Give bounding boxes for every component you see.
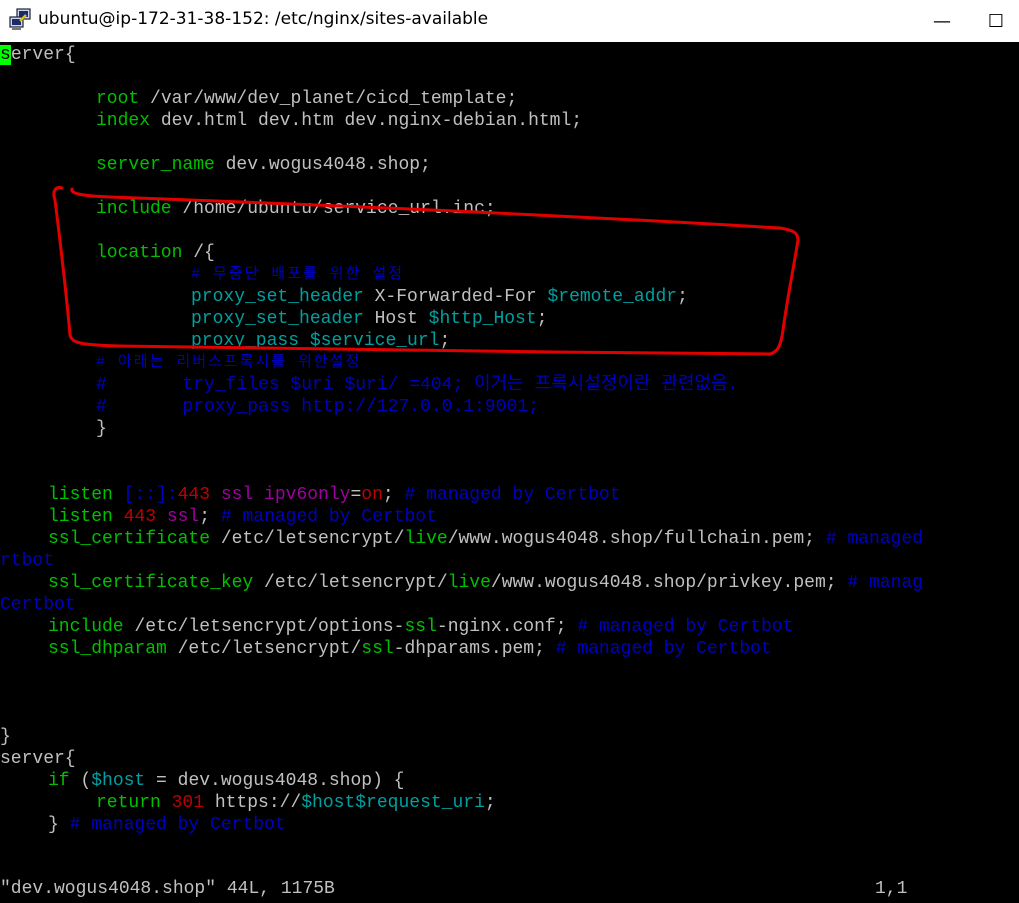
- editor-line-if: if ($host = dev.wogus4048.shop) {: [48, 771, 405, 791]
- editor-line-include-options: include /etc/letsencrypt/options-ssl-ngi…: [48, 617, 794, 637]
- editor-line-wrap-2: Certbot: [0, 595, 76, 615]
- maximize-button[interactable]: ☐: [973, 0, 1019, 42]
- editor-line-close-server: }: [0, 727, 11, 747]
- editor-line-proxy-pass: proxy_pass $service_url;: [191, 331, 451, 351]
- editor-line-close-if: } # managed by Certbot: [48, 815, 286, 835]
- window-title: ubuntu@ip-172-31-38-152: /etc/nginx/site…: [38, 9, 489, 29]
- editor-line-comment-3: # try_files $uri $uri/ =404; 이거는 프록시설정이란…: [96, 375, 739, 395]
- editor-line-wrap-1: rtbot: [0, 551, 55, 571]
- editor-line-ssl-certificate-key: ssl_certificate_key /etc/letsencrypt/liv…: [48, 573, 923, 593]
- editor-line-1: server{: [0, 45, 76, 65]
- minimize-button[interactable]: —: [919, 0, 965, 42]
- editor-line-return: return 301 https://$host$request_uri;: [96, 793, 496, 813]
- editor-line-proxy-header-2: proxy_set_header Host $http_Host;: [191, 309, 548, 329]
- editor-line-listen: listen 443 ssl; # managed by Certbot: [48, 507, 437, 527]
- window-titlebar: ubuntu@ip-172-31-38-152: /etc/nginx/site…: [0, 0, 1019, 42]
- editor-line-server-name: server_name dev.wogus4048.shop;: [96, 155, 431, 175]
- putty-icon: [9, 8, 31, 30]
- editor-line-comment-2: # 아래는 리버스프록시를 위한설정: [96, 354, 362, 371]
- status-cursor-position: 1,1: [875, 879, 908, 899]
- editor-line-listen-ipv6: listen [::]:443 ssl ipv6only=on; # manag…: [48, 485, 621, 505]
- editor-line-root: root /var/www/dev_planet/cicd_template;: [96, 89, 518, 109]
- terminal-area[interactable]: server{ root /var/www/dev_planet/cicd_te…: [0, 43, 1019, 903]
- editor-line-ssl-dhparam: ssl_dhparam /etc/letsencrypt/ssl-dhparam…: [48, 639, 772, 659]
- editor-line-include: include /home/ubuntu/service_url.inc;: [96, 199, 496, 219]
- status-file-info: "dev.wogus4048.shop" 44L, 1175B: [0, 879, 335, 899]
- editor-line-server-2: server{: [0, 749, 76, 769]
- editor-line-index: index dev.html dev.htm dev.nginx-debian.…: [96, 111, 583, 131]
- editor-line-ssl-certificate: ssl_certificate /etc/letsencrypt/live/ww…: [48, 529, 923, 549]
- editor-line-proxy-header-1: proxy_set_header X-Forwarded-For $remote…: [191, 287, 688, 307]
- editor-line-location: location /{: [96, 243, 215, 263]
- text-cursor: s: [0, 45, 11, 65]
- editor-line-close-location: }: [96, 419, 107, 439]
- editor-line-comment-1: # 무중단 배포를 위한 설정: [191, 266, 405, 283]
- editor-line-comment-4: # proxy_pass http://127.0.0.1:9001;: [96, 397, 539, 417]
